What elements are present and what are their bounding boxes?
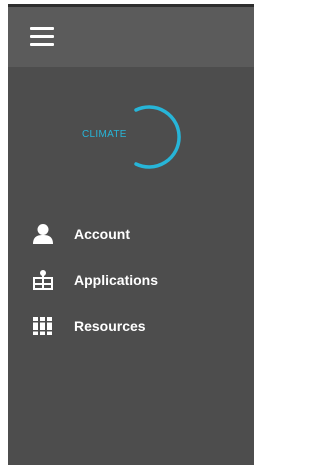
sidebar-item-applications[interactable]: Applications <box>30 269 230 315</box>
menu-bar-line <box>30 27 54 30</box>
hamburger-menu-button[interactable] <box>30 27 54 47</box>
sidebar-item-label: Account <box>74 226 130 242</box>
user-icon <box>30 223 56 245</box>
applications-icon <box>30 269 56 291</box>
sidebar-item-label: Applications <box>74 272 159 288</box>
menu-bar-line <box>30 35 54 38</box>
sidebar-nav: Account Applications Resources <box>30 223 230 361</box>
sidebar-item-label: Resources <box>74 318 146 334</box>
logo-arc-icon <box>134 105 181 169</box>
books-icon <box>30 315 56 337</box>
sidebar-item-resources[interactable]: Resources <box>30 315 230 361</box>
top-bar <box>8 7 254 67</box>
sidebar-panel: CLIMATE Account Applications Resources <box>8 4 254 465</box>
logo-text: CLIMATE <box>82 129 127 140</box>
climate-logo[interactable]: CLIMATE <box>82 102 194 172</box>
sidebar-item-account[interactable]: Account <box>30 223 230 269</box>
menu-bar-line <box>30 43 54 46</box>
